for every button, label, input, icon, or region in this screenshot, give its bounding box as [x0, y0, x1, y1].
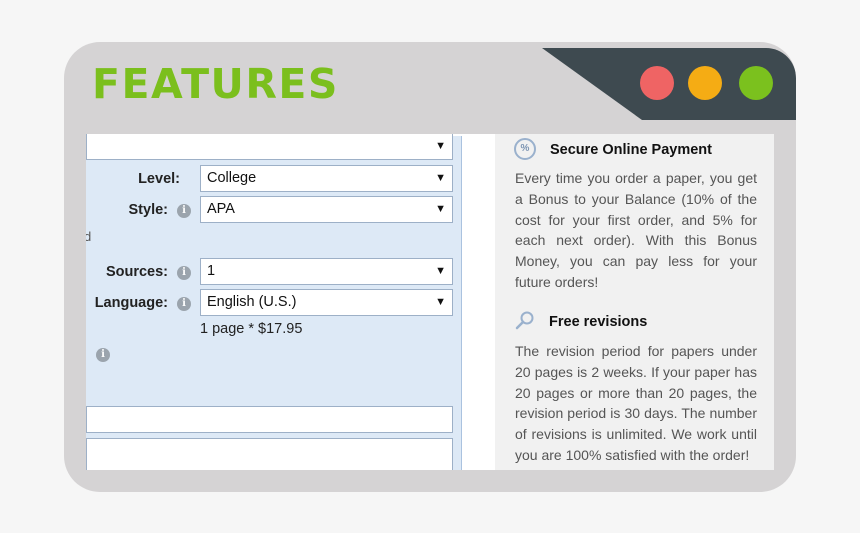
chevron-down-icon: ▼ — [435, 296, 446, 308]
order-form-panel: ▼ Level: College ▼ Style: i APA ▼ d Sour… — [86, 134, 462, 470]
info-icon[interactable]: i — [177, 266, 191, 280]
feature-text-payment: Every time you order a paper, you get a … — [515, 170, 757, 290]
text-input-field[interactable] — [86, 406, 453, 433]
level-select[interactable]: College ▼ — [200, 165, 453, 192]
close-window-dot[interactable] — [640, 66, 674, 100]
language-select[interactable]: English (U.S.) ▼ — [200, 289, 453, 316]
sources-label: Sources: — [105, 264, 168, 280]
chevron-down-icon: ▼ — [435, 203, 446, 215]
sources-select[interactable]: 1 ▼ — [200, 258, 453, 285]
chevron-down-icon: ▼ — [435, 140, 446, 152]
search-icon — [515, 311, 534, 330]
language-select-value: English (U.S.) — [207, 294, 297, 310]
maximize-window-dot[interactable] — [739, 66, 773, 100]
feature-title-revisions: Free revisions — [549, 314, 648, 330]
minimize-window-dot[interactable] — [688, 66, 722, 100]
level-label: Level: — [138, 171, 180, 187]
style-select[interactable]: APA ▼ — [200, 196, 453, 223]
style-select-value: APA — [207, 201, 235, 217]
features-panel: % Secure Online Payment Every time you o… — [495, 134, 774, 470]
price-per-page: 1 page * $17.95 — [200, 321, 303, 337]
info-icon[interactable]: i — [96, 348, 110, 362]
chevron-down-icon: ▼ — [435, 172, 446, 184]
feature-text-revisions: The revision period for papers under 20 … — [515, 343, 757, 463]
top-select[interactable]: ▼ — [86, 134, 453, 160]
sources-select-value: 1 — [207, 263, 216, 279]
style-label: Style: — [128, 202, 169, 218]
clipped-label-fragment: d — [86, 229, 92, 244]
chevron-down-icon: ▼ — [435, 265, 446, 277]
level-select-value: College — [207, 170, 257, 186]
screen-content: ▼ Level: College ▼ Style: i APA ▼ d Sour… — [86, 134, 774, 470]
feature-title-payment: Secure Online Payment — [550, 142, 712, 158]
percent-icon: % — [514, 138, 536, 160]
page-title: FEATURES — [92, 60, 339, 108]
language-label: Language: — [94, 295, 168, 311]
browser-window: FEATURES ▼ Level: College ▼ Style: i APA… — [64, 42, 796, 492]
info-icon[interactable]: i — [177, 204, 191, 218]
text-area-field[interactable] — [86, 438, 453, 470]
info-icon[interactable]: i — [177, 297, 191, 311]
